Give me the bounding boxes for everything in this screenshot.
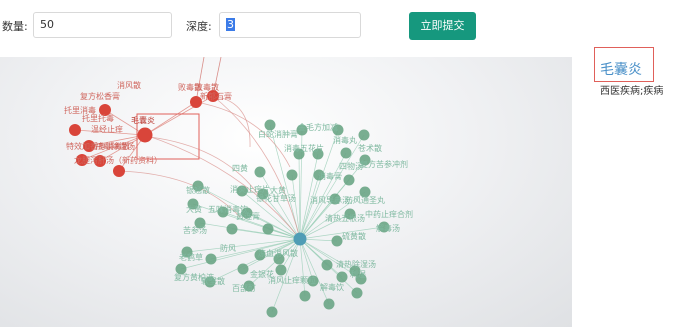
graph-node-green[interactable]: [286, 169, 298, 181]
graph-node-label[interactable]: 硫黄散: [342, 231, 366, 241]
graph-node-label[interactable]: 消风导赤汤: [310, 195, 350, 205]
graph-node-label[interactable]: 防风: [220, 243, 236, 253]
graph-node-green[interactable]: [340, 147, 352, 159]
graph-node-green[interactable]: [358, 129, 370, 141]
graph-node-green[interactable]: [336, 271, 348, 283]
graph-node-label[interactable]: 托里托毒: [82, 113, 114, 123]
depth-label: 深度:: [186, 20, 212, 33]
graph-node-label[interactable]: 消毒膏: [318, 171, 342, 181]
graph-node-red[interactable]: [113, 165, 125, 177]
graph-node-label[interactable]: 消风止痒颗粒: [268, 275, 316, 285]
graph-node-green[interactable]: [351, 287, 363, 299]
graph-node-label[interactable]: 消毒五花片: [284, 143, 324, 153]
graph-node-label[interactable]: 百部酊: [232, 283, 256, 293]
selected-node-category: 西医疾病;疾病: [600, 86, 664, 97]
graph-node-label[interactable]: 黄连膏: [236, 211, 260, 221]
graph-node-red[interactable]: [137, 127, 153, 143]
graph-node-red[interactable]: [69, 124, 81, 136]
graph-node-green[interactable]: [323, 298, 335, 310]
graph-node-label[interactable]: 金毛方加减: [298, 122, 338, 132]
graph-node-label[interactable]: 苍术散: [358, 143, 382, 153]
graph-node-green[interactable]: [254, 166, 266, 178]
graph-node-green[interactable]: [299, 290, 311, 302]
graph-canvas[interactable]: 白蛇消肿膏金毛方加减消毒丸苍术散消毒五花片消毒膏四物汤复方苦参冲剂四黄大黄消风导…: [0, 57, 572, 327]
graph-node-green[interactable]: [321, 259, 333, 271]
graph-node-green[interactable]: [266, 306, 278, 318]
graph-node-label[interactable]: 复方黄柏液: [174, 272, 214, 282]
graph-node-label[interactable]: 银翘散: [186, 185, 210, 195]
graph-node-label[interactable]: 败毒散: [195, 82, 219, 92]
toolbar: 数量: 50 深度: 3 立即提交: [0, 0, 700, 50]
graph-node-label[interactable]: 解毒饮: [320, 282, 344, 292]
depth-input[interactable]: 3: [219, 12, 361, 38]
graph-node-label[interactable]: 特效加香枣消毒散: [66, 141, 130, 151]
graph-node-green[interactable]: [275, 264, 287, 276]
graph-node-green[interactable]: [331, 235, 343, 247]
graph-node-label[interactable]: 温经止痒: [91, 124, 123, 134]
graph-node-label[interactable]: 毛囊炎: [131, 115, 155, 125]
graph-node-label[interactable]: 老鹤草: [179, 252, 203, 262]
graph-node-label[interactable]: 清热除湿汤: [336, 259, 376, 269]
graph-node-label[interactable]: 解毒汤: [376, 223, 400, 233]
graph-node-label[interactable]: 新郁石膏: [200, 91, 232, 101]
graph-node-green[interactable]: [343, 174, 355, 186]
graph-node-label[interactable]: 中药止痒合剂: [365, 209, 413, 219]
graph-node-label[interactable]: 清热五根汤: [325, 213, 365, 223]
graph-node-green[interactable]: [264, 119, 276, 131]
graph-node-label[interactable]: 大黄: [186, 204, 202, 214]
graph-node-label[interactable]: 消炎止痒片: [230, 184, 270, 194]
selected-node-title[interactable]: 毛囊炎: [594, 47, 654, 82]
graph-node-green[interactable]: [205, 253, 217, 265]
graph-node-label[interactable]: 凉血消风散: [258, 248, 298, 258]
count-label: 数量:: [2, 20, 28, 33]
graph-node-label[interactable]: 复方松香膏: [80, 91, 120, 101]
graph-node-label[interactable]: 利湿: [350, 269, 366, 279]
submit-button[interactable]: 立即提交: [409, 12, 476, 40]
graph-node-label[interactable]: 消毒丸: [333, 135, 357, 145]
graph-node-green[interactable]: [226, 223, 238, 235]
count-input[interactable]: 50: [33, 12, 172, 38]
graph-node-label[interactable]: 复方苦参冲剂: [360, 159, 408, 169]
depth-value: 3: [226, 18, 235, 31]
graph-node-label[interactable]: 龙胆泻肝汤（新药资料）: [74, 155, 162, 165]
graph-node-label[interactable]: 银花甘草汤: [256, 193, 296, 203]
graph-node-label[interactable]: 防风通圣丸: [345, 195, 385, 205]
graph-node-green[interactable]: [262, 223, 274, 235]
graph-node-label[interactable]: 四黄: [232, 163, 248, 173]
knowledge-graph[interactable]: 白蛇消肿膏 金毛方加减 消毒丸 苍术散 消毒五花片 消毒膏 四物汤 复方苦参冲剂 四黄 大黄 消风导…: [0, 57, 572, 327]
graph-node-hub[interactable]: [293, 232, 307, 246]
graph-node-label[interactable]: 白蛇消肿膏: [258, 129, 298, 139]
graph-node-green[interactable]: [237, 263, 249, 275]
graph-node-label[interactable]: 苦参汤: [183, 225, 207, 235]
graph-node-label[interactable]: 消风散: [117, 80, 141, 90]
